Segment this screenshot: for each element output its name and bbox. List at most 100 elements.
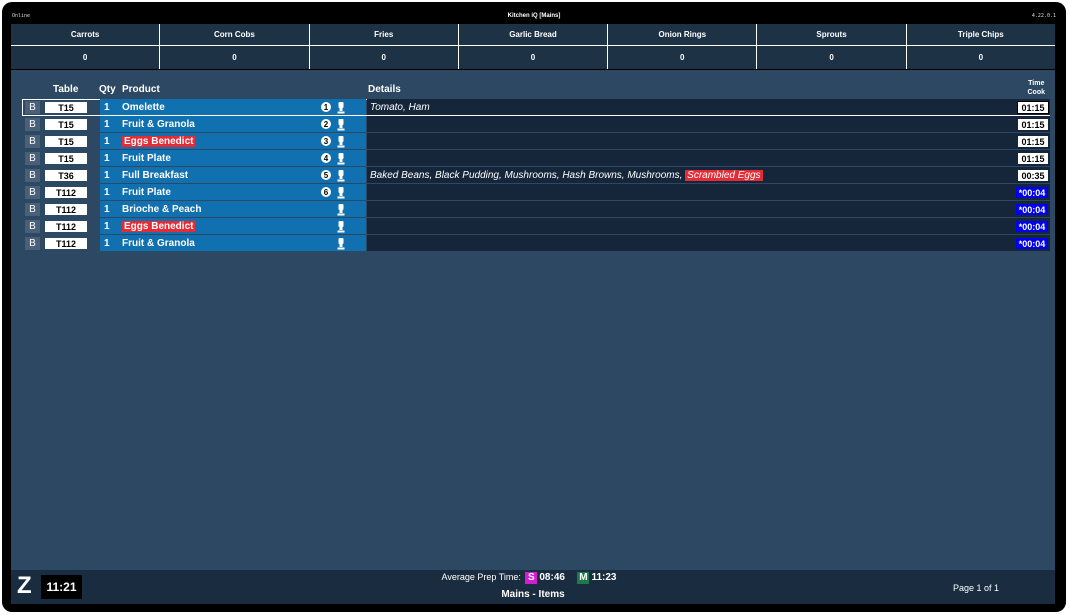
- course-badge: B: [25, 186, 40, 199]
- count-column[interactable]: Carrots 0: [11, 24, 161, 69]
- m-badge: M: [577, 572, 590, 584]
- order-row[interactable]: B T15 1 Omelette 1 Tomato, Ham 01:15: [22, 99, 1050, 116]
- chef-hat-icon: [337, 203, 345, 216]
- modifier-highlight: Scrambled Eggs: [685, 170, 763, 181]
- app-title: Kitchen iQ [Mains]: [507, 13, 561, 19]
- table-number: T112: [45, 204, 87, 215]
- product-cell: 1 Omelette 1: [100, 99, 366, 115]
- sequence-number: 3: [321, 136, 331, 146]
- product-name: Fruit Plate: [122, 153, 171, 164]
- count-item-value: 0: [82, 53, 88, 62]
- order-row[interactable]: B T15 1 Eggs Benedict 3 01:15: [22, 133, 1050, 150]
- details-cell: [367, 133, 1050, 149]
- product-name: Fruit & Granola: [122, 119, 195, 130]
- product-name: Eggs Benedict: [122, 136, 196, 147]
- order-row[interactable]: B T112 1 Eggs Benedict *00:04: [22, 218, 1050, 235]
- cook-time: *00:04: [1016, 238, 1048, 249]
- table-number: T112: [45, 238, 87, 249]
- product-cell: 1 Fruit Plate 4: [100, 150, 366, 166]
- product-name: Full Breakfast: [122, 170, 189, 181]
- count-column[interactable]: Onion Rings 0: [608, 24, 758, 69]
- header-qty: Qty: [99, 84, 116, 95]
- product-name: Fruit Plate: [122, 187, 171, 198]
- table-number: T15: [45, 153, 87, 164]
- table-number: T15: [45, 136, 87, 147]
- s-prep-time: 08:46: [539, 572, 565, 583]
- title-bar: Online Kitchen iQ [Mains] 4.22.0.1: [2, 2, 1066, 22]
- details-cell: [367, 116, 1050, 132]
- quantity: 1: [104, 187, 110, 198]
- order-row[interactable]: B T15 1 Fruit & Granola 2 01:15: [22, 116, 1050, 133]
- order-row[interactable]: B T15 1 Fruit Plate 4 01:15: [22, 150, 1050, 167]
- kitchen-display-window: Online Kitchen iQ [Mains] 4.22.0.1 Carro…: [2, 2, 1066, 612]
- order-row[interactable]: B T112 1 Fruit & Granola *00:04: [22, 235, 1050, 252]
- product-cell: 1 Full Breakfast 5: [100, 167, 366, 183]
- count-item-name: Carrots: [11, 24, 160, 46]
- order-row[interactable]: B T112 1 Fruit Plate 6 *00:04: [22, 184, 1050, 201]
- table-number: T15: [45, 119, 87, 130]
- count-column[interactable]: Garlic Bread 0: [458, 24, 609, 69]
- chef-hat-icon: [337, 186, 345, 199]
- count-column[interactable]: Corn Cobs 0: [160, 24, 310, 69]
- m-prep-time: 11:23: [591, 572, 617, 583]
- count-item-value: 0: [680, 53, 685, 62]
- count-item-name: Corn Cobs: [160, 24, 309, 46]
- average-prep-time: Average Prep Time: S 08:46 M 11:23: [11, 572, 1055, 584]
- quantity: 1: [104, 238, 110, 249]
- header-product: Product: [122, 84, 160, 95]
- quantity: 1: [104, 136, 110, 147]
- chef-hat-icon: [337, 220, 345, 233]
- quantity: 1: [104, 119, 110, 130]
- chef-hat-icon: [337, 101, 345, 114]
- sequence-number: 1: [321, 102, 331, 112]
- chef-hat-icon: [337, 135, 345, 148]
- course-badge: B: [25, 118, 40, 131]
- table-number: T36: [45, 170, 87, 181]
- details-cell: [367, 218, 1050, 234]
- count-item-name: Onion Rings: [608, 24, 757, 46]
- course-badge: B: [25, 220, 40, 233]
- chef-hat-icon: [337, 237, 345, 250]
- count-column[interactable]: Sprouts 0: [757, 24, 907, 69]
- cook-time: *00:04: [1016, 204, 1048, 215]
- order-row[interactable]: B T112 1 Brioche & Peach *00:04: [22, 201, 1050, 218]
- product-cell: 1 Fruit Plate 6: [100, 184, 366, 200]
- cook-time: 00:35: [1018, 170, 1048, 181]
- course-badge: B: [25, 237, 40, 250]
- product-name: Eggs Benedict: [122, 221, 196, 232]
- item-count-bar: Carrots 0 Corn Cobs 0 Fries 0 Garlic Bread 0 Oni…: [11, 24, 1055, 69]
- quantity: 1: [104, 102, 110, 113]
- count-item-name: Fries: [309, 24, 458, 46]
- sequence-number: 6: [321, 187, 331, 197]
- footer-bar: Z 11:21 Average Prep Time: S 08:46 M 11:23…: [11, 570, 1055, 604]
- cook-time: 01:15: [1018, 136, 1048, 147]
- product-cell: 1 Fruit & Granola: [100, 235, 366, 251]
- cook-time: 01:15: [1018, 119, 1048, 130]
- details-cell: Tomato, Ham: [367, 99, 1050, 115]
- details-cell: [367, 201, 1050, 217]
- product-name: Brioche & Peach: [122, 204, 202, 215]
- header-time-label: Time: [1028, 80, 1045, 87]
- header-table: Table: [53, 84, 79, 95]
- quantity: 1: [104, 153, 110, 164]
- course-badge: B: [25, 135, 40, 148]
- order-row[interactable]: B T36 1 Full Breakfast 5 Baked Beans, Black P…: [22, 167, 1050, 184]
- prep-label: Average Prep Time:: [441, 572, 521, 582]
- count-item-value: 0: [232, 53, 237, 62]
- table-header: Table Qty Product Details Time Cook: [22, 80, 1048, 98]
- course-badge: B: [25, 152, 40, 165]
- order-list-panel: Table Qty Product Details Time Cook B T15…: [11, 70, 1055, 570]
- screen-name: Mains - Items: [501, 589, 565, 600]
- count-item-name: Sprouts: [757, 24, 906, 46]
- quantity: 1: [104, 204, 110, 215]
- count-column[interactable]: Triple Chips 0: [906, 24, 1055, 69]
- chef-hat-icon: [337, 152, 345, 165]
- page-indicator: Page 1 of 1: [952, 583, 999, 593]
- product-cell: 1 Eggs Benedict 3: [100, 133, 366, 149]
- count-item-name: Triple Chips: [906, 24, 1055, 46]
- product-name: Fruit & Granola: [122, 238, 195, 249]
- table-number: T112: [45, 221, 87, 232]
- count-column[interactable]: Fries 0: [309, 24, 459, 69]
- chef-hat-icon: [337, 118, 345, 131]
- details-cell: [367, 150, 1050, 166]
